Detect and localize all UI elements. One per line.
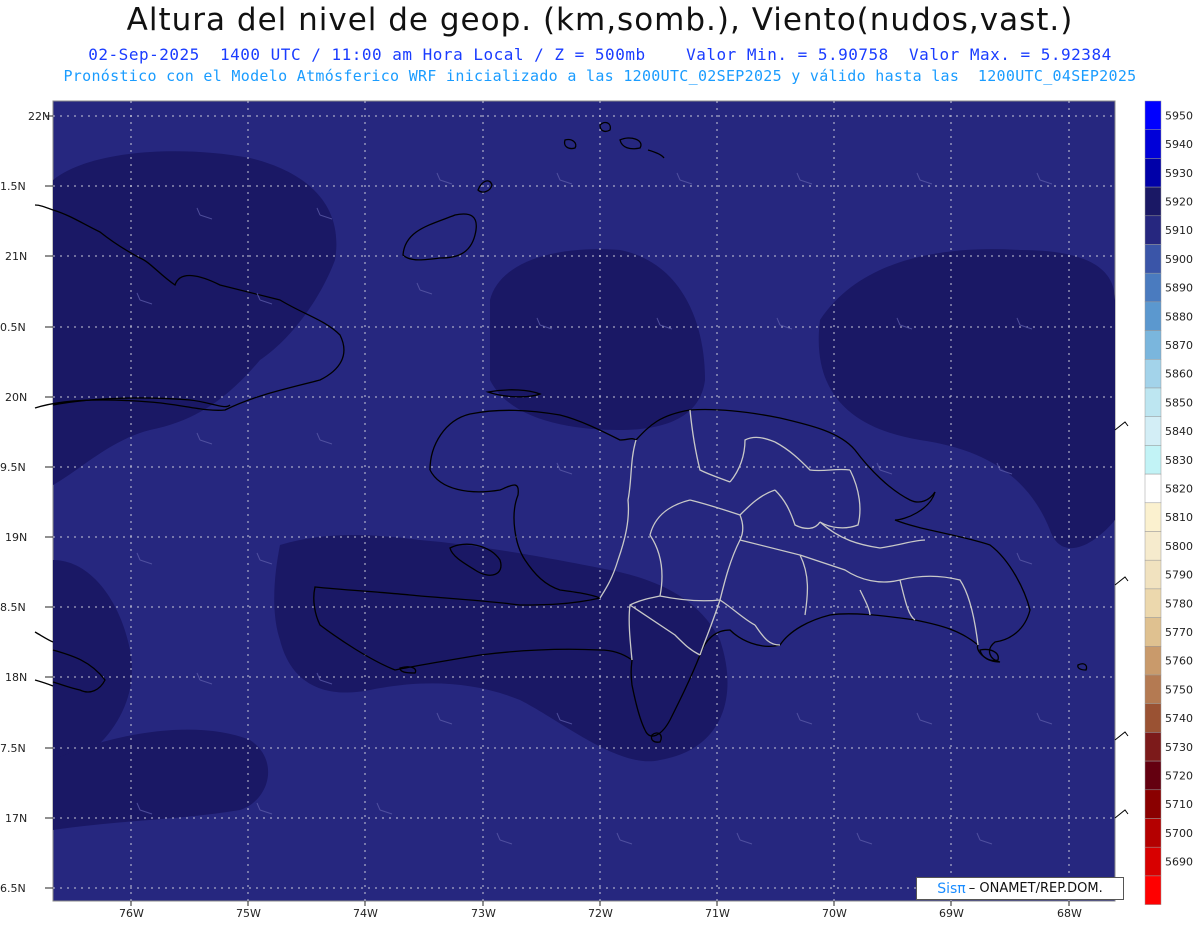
colorbar-label: 5860 <box>1165 368 1193 381</box>
colorbar-swatch <box>1144 559 1162 590</box>
colorbar-swatch <box>1144 158 1162 188</box>
colorbar-label: 5840 <box>1165 425 1193 438</box>
latitude-ticks <box>45 115 53 889</box>
lon-label: 75W <box>236 907 261 920</box>
colorbar-swatch <box>1144 129 1162 159</box>
colorbar-swatch <box>1144 703 1162 733</box>
colorbar-label: 5790 <box>1165 569 1193 582</box>
lat-label: 8.5N <box>0 601 26 614</box>
lat-label: 7.5N <box>0 742 26 755</box>
lon-label: 71W <box>705 907 730 920</box>
colorbar-label: 5740 <box>1165 712 1193 725</box>
lon-label: 74W <box>353 907 378 920</box>
lat-label: 17N <box>5 812 27 825</box>
lon-label: 73W <box>471 907 496 920</box>
lat-label: 1.5N <box>0 180 26 193</box>
colorbar-swatch <box>1144 359 1162 389</box>
lat-label: 21N <box>5 250 27 263</box>
lon-label: 70W <box>822 907 847 920</box>
lon-label: 68W <box>1057 907 1082 920</box>
lon-label: 69W <box>939 907 964 920</box>
colorbar-swatch <box>1144 588 1162 618</box>
colorbar-label: 5930 <box>1165 167 1193 180</box>
lat-label: 18N <box>5 671 27 684</box>
colorbar-label: 5890 <box>1165 282 1193 295</box>
colorbar-swatch <box>1144 875 1162 905</box>
colorbar-swatch <box>1144 760 1162 791</box>
colorbar-label: 5720 <box>1165 769 1193 782</box>
colorbar-label: 5870 <box>1165 339 1193 352</box>
colorbar-label: 5950 <box>1165 109 1193 122</box>
colorbar-label: 5760 <box>1165 655 1193 668</box>
colorbar-swatch <box>1144 789 1162 819</box>
colorbar-label: 5700 <box>1165 827 1193 840</box>
sispi-logo: Sisπ <box>937 880 966 897</box>
colorbar-label: 5910 <box>1165 224 1193 237</box>
colorbar-swatch <box>1144 531 1162 561</box>
colorbar-label: 5710 <box>1165 798 1193 811</box>
colorbar-label: 5690 <box>1165 856 1193 869</box>
colorbar-swatch <box>1144 617 1162 647</box>
lat-label: 9.5N <box>0 461 26 474</box>
colorbar-swatch <box>1144 387 1162 417</box>
colorbar-swatch <box>1144 186 1162 217</box>
colorbar-label: 5940 <box>1165 138 1193 151</box>
colorbar-swatch <box>1144 330 1162 360</box>
colorbar: 5950 5940 5930 5920 5910 5900 5890 5880 5870 5860… <box>1144 100 1193 905</box>
colorbar-label: 5800 <box>1165 540 1193 553</box>
lat-label: 6.5N <box>0 882 26 895</box>
colorbar-label: 5750 <box>1165 683 1193 696</box>
colorbar-label: 5900 <box>1165 253 1193 266</box>
colorbar-swatch <box>1144 244 1162 274</box>
latitude-labels: 22N 1.5N 21N 0.5N 20N 9.5N 19N 8.5N 18N … <box>0 110 50 895</box>
colorbar-swatch <box>1144 473 1162 504</box>
jamaica-coast-edge-2 <box>34 679 54 687</box>
credit-text: – ONAMET/REP.DOM. <box>968 881 1103 896</box>
colorbar-swatch <box>1144 846 1162 877</box>
colorbar-label: 5830 <box>1165 454 1193 467</box>
jamaica-coast-edge <box>34 631 54 643</box>
lat-label: 20N <box>5 391 27 404</box>
colorbar-label: 5780 <box>1165 597 1193 610</box>
colorbar-swatch <box>1144 502 1162 532</box>
colorbar-label: 5810 <box>1165 511 1193 524</box>
colorbar-swatch <box>1144 646 1162 676</box>
colorbar-swatch <box>1144 215 1162 245</box>
longitude-labels: 76W 75W 74W 73W 72W 71W 70W 69W 68W <box>119 907 1082 920</box>
colorbar-label: 5920 <box>1165 195 1193 208</box>
map-canvas: 22N 1.5N 21N 0.5N 20N 9.5N 19N 8.5N 18N … <box>0 100 1193 920</box>
colorbar-swatch <box>1144 416 1162 446</box>
colorbar-label: 5880 <box>1165 310 1193 323</box>
lon-label: 76W <box>119 907 144 920</box>
edge-wind-barbs <box>1114 421 1129 819</box>
colorbar-swatch <box>1144 818 1162 848</box>
colorbar-label: 5850 <box>1165 396 1193 409</box>
colorbar-swatch <box>1144 674 1162 704</box>
lat-label: 19N <box>5 531 27 544</box>
colorbar-swatch <box>1144 732 1162 762</box>
lon-label: 72W <box>588 907 613 920</box>
colorbar-label: 5770 <box>1165 626 1193 639</box>
credit-box: Sisπ – ONAMET/REP.DOM. <box>916 877 1124 900</box>
colorbar-label: 5730 <box>1165 741 1193 754</box>
colorbar-swatch <box>1144 301 1162 331</box>
longitude-ticks <box>130 901 1070 906</box>
colorbar-label: 5820 <box>1165 482 1193 495</box>
lat-label: 0.5N <box>0 321 26 334</box>
colorbar-swatch <box>1144 100 1162 130</box>
colorbar-swatch <box>1144 272 1162 303</box>
colorbar-swatch <box>1144 445 1162 475</box>
